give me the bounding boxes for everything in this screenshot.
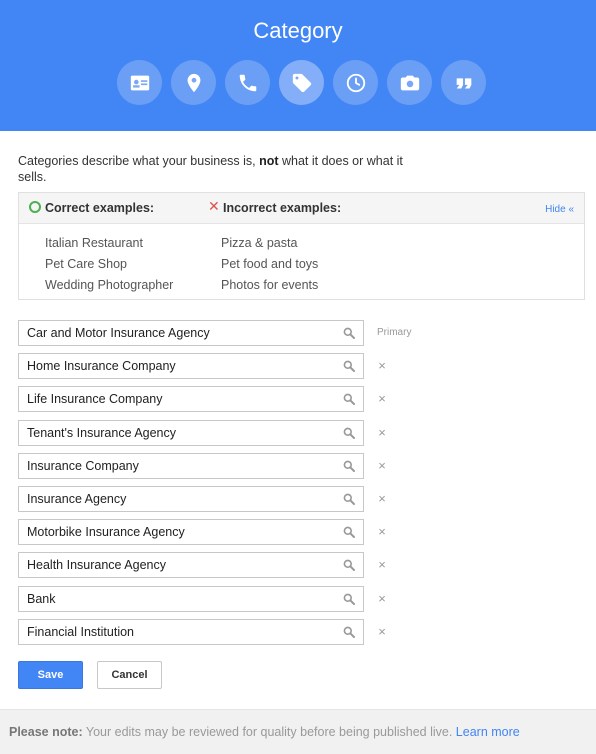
category-field (18, 353, 364, 379)
list-item: Pet Care Shop (45, 257, 127, 271)
search-icon[interactable] (343, 593, 355, 605)
learn-more-link[interactable]: Learn more (456, 725, 520, 739)
incorrect-x-icon: ✕ (208, 198, 220, 214)
category-field (18, 552, 364, 578)
remove-category-icon[interactable]: × (376, 591, 388, 606)
category-input[interactable] (19, 354, 339, 378)
footer-text: Please note: Your edits may be reviewed … (9, 725, 520, 739)
category-field (18, 619, 364, 645)
tab-description[interactable] (441, 60, 486, 105)
primary-label: Primary (377, 327, 412, 338)
remove-category-icon[interactable]: × (376, 358, 388, 373)
search-icon[interactable] (343, 493, 355, 505)
examples-header: Correct examples: ✕ Incorrect examples: … (19, 193, 584, 224)
cancel-button[interactable]: Cancel (97, 661, 162, 689)
list-item: Photos for events (221, 278, 319, 292)
tab-contact-info[interactable] (117, 60, 162, 105)
header-bar: Category (0, 0, 596, 131)
category-input[interactable] (19, 620, 339, 644)
correct-examples-list: Italian Restaurant Pet Care Shop Wedding… (45, 233, 173, 296)
tab-hours[interactable] (333, 60, 378, 105)
remove-category-icon[interactable]: × (376, 391, 388, 406)
intro-emphasis: not (259, 154, 279, 168)
camera-icon (400, 75, 419, 90)
hide-examples-link[interactable]: Hide « (545, 204, 574, 215)
category-field (18, 486, 364, 512)
category-input[interactable] (19, 454, 339, 478)
page-title: Category (253, 18, 343, 43)
remove-category-icon[interactable]: × (376, 524, 388, 539)
category-input[interactable] (19, 553, 339, 577)
search-icon[interactable] (343, 360, 355, 372)
quote-icon (456, 77, 471, 88)
search-icon[interactable] (343, 626, 355, 638)
category-field (18, 453, 364, 479)
search-icon[interactable] (343, 559, 355, 571)
category-field (18, 519, 364, 545)
remove-category-icon[interactable]: × (376, 557, 388, 572)
examples-panel: Correct examples: ✕ Incorrect examples: … (18, 192, 585, 300)
tab-location[interactable] (171, 60, 216, 105)
list-item: Wedding Photographer (45, 278, 174, 292)
correct-circle-icon (29, 201, 41, 213)
list-item: Pet food and toys (221, 257, 319, 271)
clock-icon (346, 73, 365, 92)
tab-photos[interactable] (387, 60, 432, 105)
incorrect-examples-title: Incorrect examples: (223, 201, 342, 215)
tab-phone[interactable] (225, 60, 270, 105)
contact-card-icon (130, 75, 149, 90)
category-input[interactable] (19, 587, 339, 611)
remove-category-icon[interactable]: × (376, 458, 388, 473)
search-icon[interactable] (343, 526, 355, 538)
search-icon[interactable] (343, 460, 355, 472)
correct-examples-title: Correct examples: (45, 201, 155, 215)
footer-note: Please note: Your edits may be reviewed … (0, 709, 596, 754)
search-icon[interactable] (343, 327, 355, 339)
tab-category[interactable] (279, 60, 324, 105)
search-icon[interactable] (343, 427, 355, 439)
remove-category-icon[interactable]: × (376, 425, 388, 440)
remove-category-icon[interactable]: × (376, 491, 388, 506)
category-field (18, 386, 364, 412)
note-label: Please note: (9, 725, 83, 739)
category-field (18, 586, 364, 612)
category-input[interactable] (19, 387, 339, 411)
location-pin-icon (187, 73, 200, 92)
category-field (18, 420, 364, 446)
list-item: Italian Restaurant (45, 236, 143, 250)
intro-text: Categories describe what your business i… (18, 154, 403, 184)
category-field (18, 320, 364, 346)
tag-icon (292, 73, 311, 92)
search-icon[interactable] (343, 393, 355, 405)
phone-icon (239, 74, 256, 91)
incorrect-examples-list: Pizza & pasta Pet food and toys Photos f… (221, 233, 318, 296)
save-button[interactable]: Save (18, 661, 83, 689)
remove-category-icon[interactable]: × (376, 624, 388, 639)
category-input[interactable] (19, 321, 339, 345)
category-input[interactable] (19, 520, 339, 544)
category-input[interactable] (19, 487, 339, 511)
list-item: Pizza & pasta (221, 236, 298, 250)
category-input[interactable] (19, 421, 339, 445)
